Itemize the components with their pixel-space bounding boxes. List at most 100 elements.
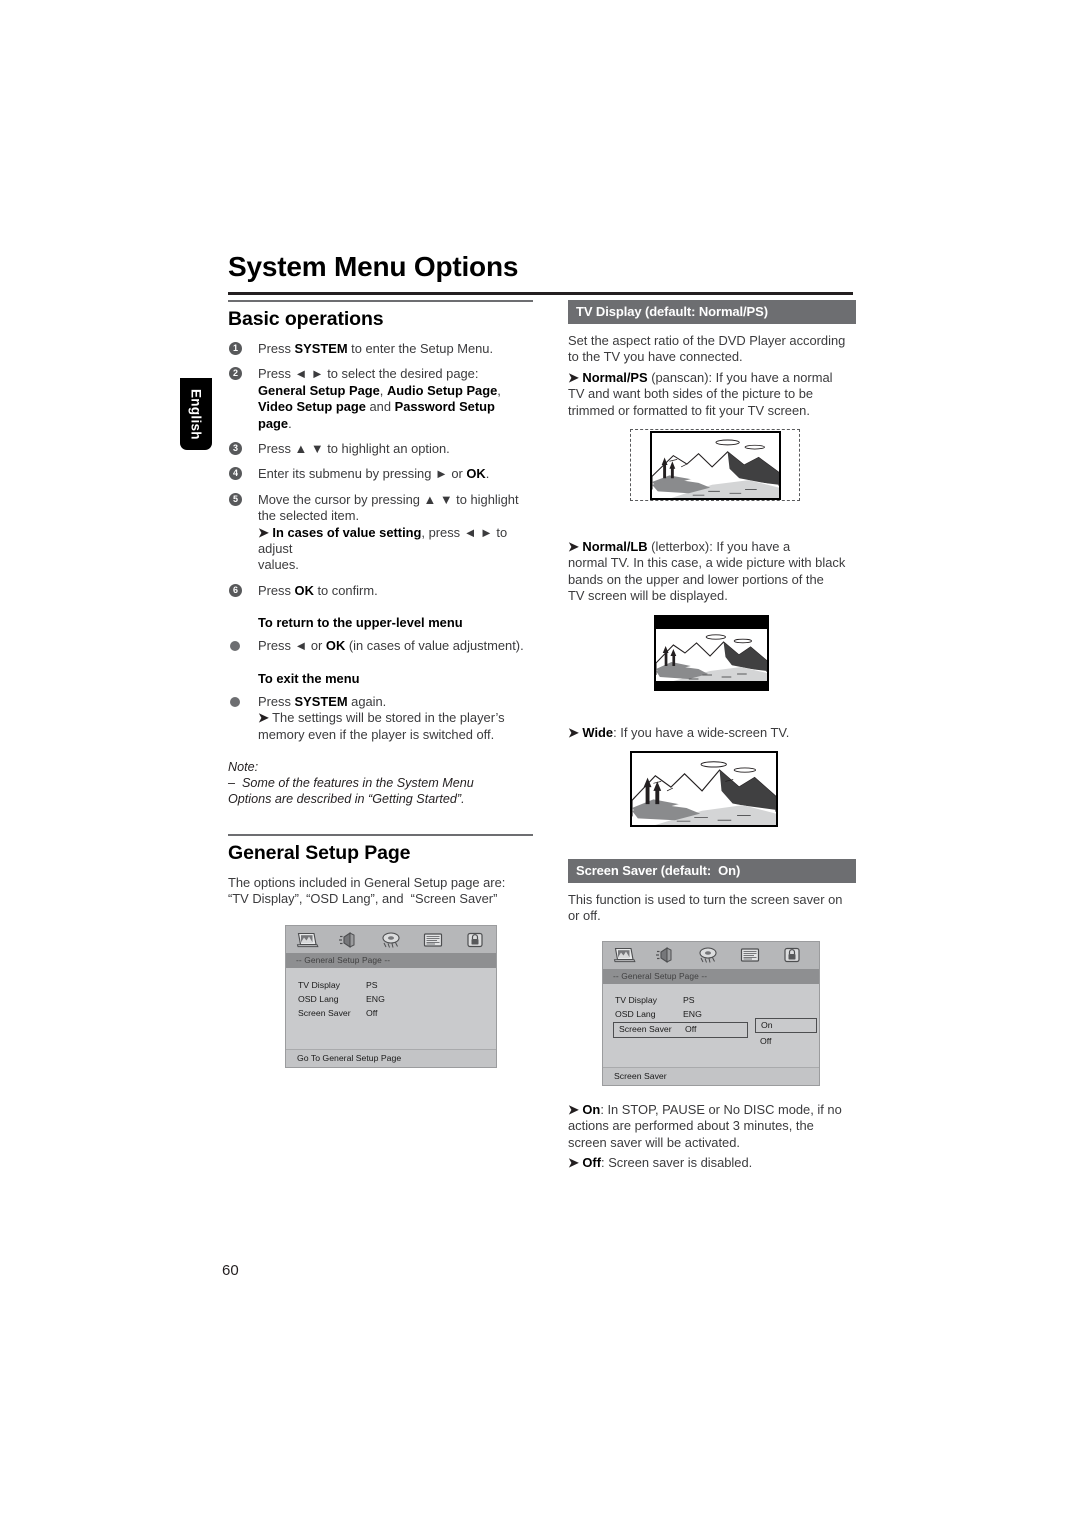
step-number: 1 [229, 342, 242, 355]
manual-page: English System Menu Options Basic operat… [0, 0, 1080, 1528]
normal-ps-text: ➤ Normal/PS (panscan): If you have a nor… [568, 369, 833, 418]
language-tab-label: English [188, 388, 204, 440]
wide-text: ➤ Wide: If you have a wide-screen TV. [568, 724, 790, 740]
screen-saver-header: Screen Saver (default: On) [568, 859, 856, 884]
osd-submenu-selected[interactable]: On [755, 1017, 817, 1033]
landscape-scene [656, 628, 767, 681]
basic-operations-steps: 1 Press SYSTEM to enter the Setup Menu. … [228, 341, 533, 599]
letterbox-frame [654, 614, 769, 691]
tv-display-intro: Set the aspect ratio of the DVD Player a… [568, 333, 846, 365]
left-column: Basic operations 1 Press SYSTEM to enter… [228, 300, 533, 1069]
step-text: Press OK to confirm. [258, 582, 378, 598]
osd-submenu: On Off [755, 1017, 817, 1048]
step-item: 3 Press ▲ ▼ to highlight an option. [228, 441, 533, 457]
speaker-icon [654, 946, 678, 964]
panscan-illustration [568, 429, 856, 513]
landscape-scene [652, 433, 779, 499]
screen-saver-intro: This function is used to turn the screen… [568, 892, 843, 924]
osd-row-label: TV Display [298, 979, 340, 990]
general-setup-intro: The options included in General Setup pa… [228, 874, 506, 906]
osd-icon-bar [603, 941, 819, 969]
note-block: Note: – Some of the features in the Syst… [228, 759, 533, 808]
return-upper-level-heading: To return to the upper-level menu [258, 615, 463, 631]
note-label: Note: [228, 759, 259, 774]
osd-row-value: Off [685, 1024, 697, 1035]
landscape-scene [632, 753, 776, 826]
osd-row-label: Screen Saver [619, 1024, 672, 1035]
general-setup-heading: General Setup Page [228, 841, 411, 864]
video-icon [696, 946, 720, 964]
step-text: Press ◄ ► to select the desired page: Gen… [258, 366, 501, 431]
osd-footer: Screen Saver [603, 1066, 819, 1085]
screen-saver-off-text: ➤ Off: Screen saver is disabled. [568, 1155, 753, 1171]
step-number: 2 [229, 367, 242, 381]
general-setup-divider [228, 833, 533, 836]
section-divider [228, 300, 533, 302]
osd-row-value: PS [366, 979, 378, 990]
page-title: System Menu Options [228, 251, 519, 282]
dot-bullet-icon [230, 696, 240, 707]
osd-mockup-screen-saver: -- General Setup Page -- TV Display PS O… [602, 940, 820, 1086]
osd-row-value: Off [366, 1007, 378, 1018]
dot-bullet-icon [230, 641, 240, 652]
wide-illustration [568, 751, 856, 837]
osd-row[interactable]: TV Display PS [286, 978, 496, 992]
note-text: – Some of the features in the System Men… [228, 776, 474, 807]
osd-row[interactable]: OSD Lang ENG [286, 992, 496, 1006]
tv-display-icon [295, 931, 319, 949]
step-number: 3 [229, 442, 242, 456]
title-divider [228, 292, 853, 295]
basic-operations-heading: Basic operations [228, 308, 384, 330]
osd-row[interactable]: Screen Saver Off [286, 1006, 496, 1020]
step-item: 5 Move the cursor by pressing ▲ ▼ to hig… [228, 492, 533, 574]
osd-row-value: PS [683, 995, 695, 1006]
tv-display-header: TV Display (default: Normal/PS) [568, 300, 856, 324]
video-icon [379, 931, 403, 949]
osd-row-value: ENG [366, 993, 385, 1004]
step-text: Enter its submenu by pressing ► or OK. [258, 466, 490, 482]
osd-title-bar: -- General Setup Page -- [286, 953, 496, 969]
osd-mockup-general-setup: -- General Setup Page -- TV Display PS O… [285, 925, 497, 1069]
bullet-text: Press SYSTEM again. ➤ The settings will b… [258, 693, 505, 742]
osd-body: TV Display PS OSD Lang ENG Screen Saver … [603, 984, 819, 1046]
right-column: TV Display (default: Normal/PS) Set the … [568, 300, 856, 1176]
lock-icon [780, 946, 804, 964]
screen-saver-on-text: ➤ On: In STOP, PAUSE or No DISC mode, if… [568, 1101, 842, 1150]
osd-row-label: Screen Saver [298, 1007, 351, 1018]
bullet-text: Press ◄ or OK (in cases of value adjustm… [258, 638, 524, 654]
step-text: Press ▲ ▼ to highlight an option. [258, 441, 450, 457]
step-text: Move the cursor by pressing ▲ ▼ to highl… [258, 491, 519, 573]
wide-frame [630, 751, 778, 828]
lock-icon [463, 931, 487, 949]
osd-row-label: OSD Lang [615, 1009, 656, 1020]
tv-display-icon [612, 946, 636, 964]
language-tab: English [180, 378, 212, 450]
osd-row[interactable]: TV Display PS [603, 994, 819, 1008]
step-item: 4 Enter its submenu by pressing ► or OK. [228, 466, 533, 482]
step-number: 4 [229, 467, 242, 481]
return-upper-level-bullet: Press ◄ or OK (in cases of value adjustm… [228, 638, 533, 654]
normal-lb-text: ➤ Normal/LB (letterbox): If you have a no… [568, 539, 846, 604]
step-item: 1 Press SYSTEM to enter the Setup Menu. [228, 341, 533, 357]
exit-menu-heading: To exit the menu [258, 670, 360, 686]
osd-row-selected[interactable]: Screen Saver Off [613, 1021, 748, 1038]
osd-row-value: ENG [683, 1009, 702, 1020]
exit-menu-bullet: Press SYSTEM again. ➤ The settings will b… [228, 694, 533, 743]
osd-row-label: TV Display [615, 995, 657, 1006]
osd-body: TV Display PS OSD Lang ENG Screen Saver … [286, 968, 496, 1020]
subtitle-icon [421, 931, 445, 949]
subtitle-icon [738, 946, 762, 964]
step-item: 2 Press ◄ ► to select the desired page: G… [228, 366, 533, 432]
step-number: 6 [229, 583, 242, 597]
osd-submenu-option[interactable]: Off [755, 1033, 817, 1048]
letterbox-picture [656, 628, 767, 681]
page-number: 60 [222, 1262, 239, 1279]
speaker-icon [337, 931, 361, 949]
osd-icon-bar [286, 926, 496, 954]
step-text: Press SYSTEM to enter the Setup Menu. [258, 341, 494, 356]
osd-footer: Go To General Setup Page [286, 1049, 496, 1068]
step-number: 5 [229, 492, 242, 506]
osd-row-label: OSD Lang [298, 993, 339, 1004]
osd-title-bar: -- General Setup Page -- [603, 968, 819, 984]
letterbox-illustration [568, 614, 856, 699]
